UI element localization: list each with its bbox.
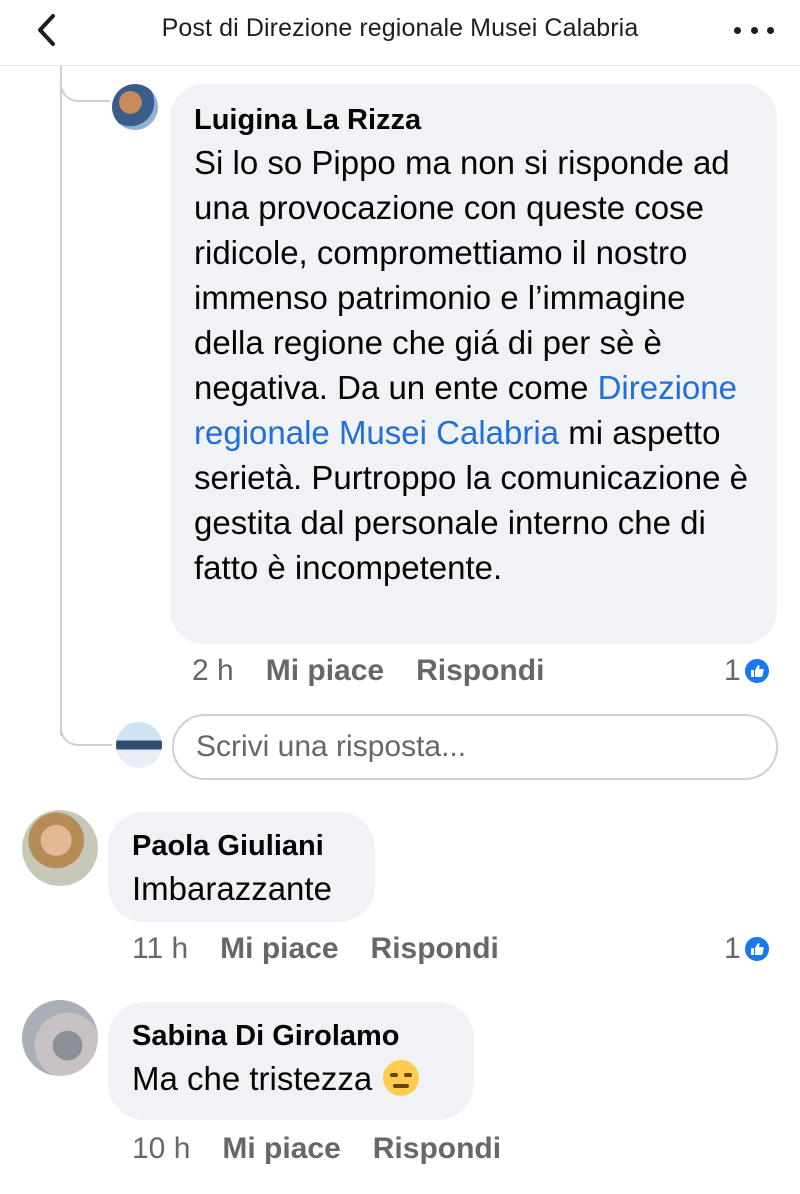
like-button[interactable]: Mi piace	[266, 654, 384, 688]
like-button[interactable]: Mi piace	[220, 932, 338, 966]
thumbs-up-icon	[742, 657, 771, 685]
comment-text: Ma che tristezza	[132, 1056, 450, 1101]
more-options-button[interactable]	[734, 14, 774, 46]
thumbs-up-icon	[742, 935, 771, 963]
avatar[interactable]	[22, 810, 98, 886]
expressionless-face-icon	[383, 1060, 420, 1096]
avatar[interactable]	[22, 1000, 98, 1076]
thread-connector	[60, 700, 112, 746]
page-title: Post di Direzione regionale Musei Calabr…	[161, 14, 639, 42]
current-user-avatar	[116, 722, 162, 768]
comment-text: Si lo so Pippo ma non si risponde ad una…	[194, 144, 748, 586]
more-horizontal-icon	[734, 26, 741, 34]
comment-time[interactable]: 2 h	[192, 654, 234, 688]
comment-time[interactable]: 10 h	[132, 1132, 190, 1166]
reaction-count[interactable]: 1	[724, 654, 771, 688]
reply-button[interactable]: Rispondi	[373, 1132, 501, 1166]
reply-button[interactable]: Rispondi	[371, 932, 499, 966]
thread-line	[60, 66, 62, 736]
comment-actions: 2 h Mi piace Rispondi	[192, 654, 576, 688]
comment-actions: 10 h Mi piace Rispondi	[132, 1132, 533, 1166]
comment-bubble: Sabina Di Girolamo Ma che tristezza	[108, 1002, 474, 1120]
comment-author[interactable]: Sabina Di Girolamo	[132, 1016, 450, 1056]
comment-bubble: Paola Giuliani Imbarazzante	[108, 812, 375, 922]
comment-author[interactable]: Luigina La Rizza	[194, 100, 753, 140]
reply-button[interactable]: Rispondi	[416, 654, 544, 688]
reaction-count[interactable]: 1	[724, 932, 771, 966]
like-button[interactable]: Mi piace	[222, 1132, 340, 1166]
reply-input[interactable]: Scrivi una risposta...	[172, 714, 778, 780]
comment-time[interactable]: 11 h	[132, 932, 188, 966]
comment-author[interactable]: Paola Giuliani	[132, 826, 351, 866]
comment-text: Imbarazzante	[132, 870, 332, 907]
comment-actions: 11 h Mi piace Rispondi	[132, 932, 531, 966]
avatar[interactable]	[112, 84, 158, 130]
thread-connector	[60, 66, 110, 102]
comment-bubble: Luigina La Rizza Si lo so Pippo ma non s…	[170, 84, 777, 644]
top-bar: Post di Direzione regionale Musei Calabr…	[0, 0, 800, 66]
